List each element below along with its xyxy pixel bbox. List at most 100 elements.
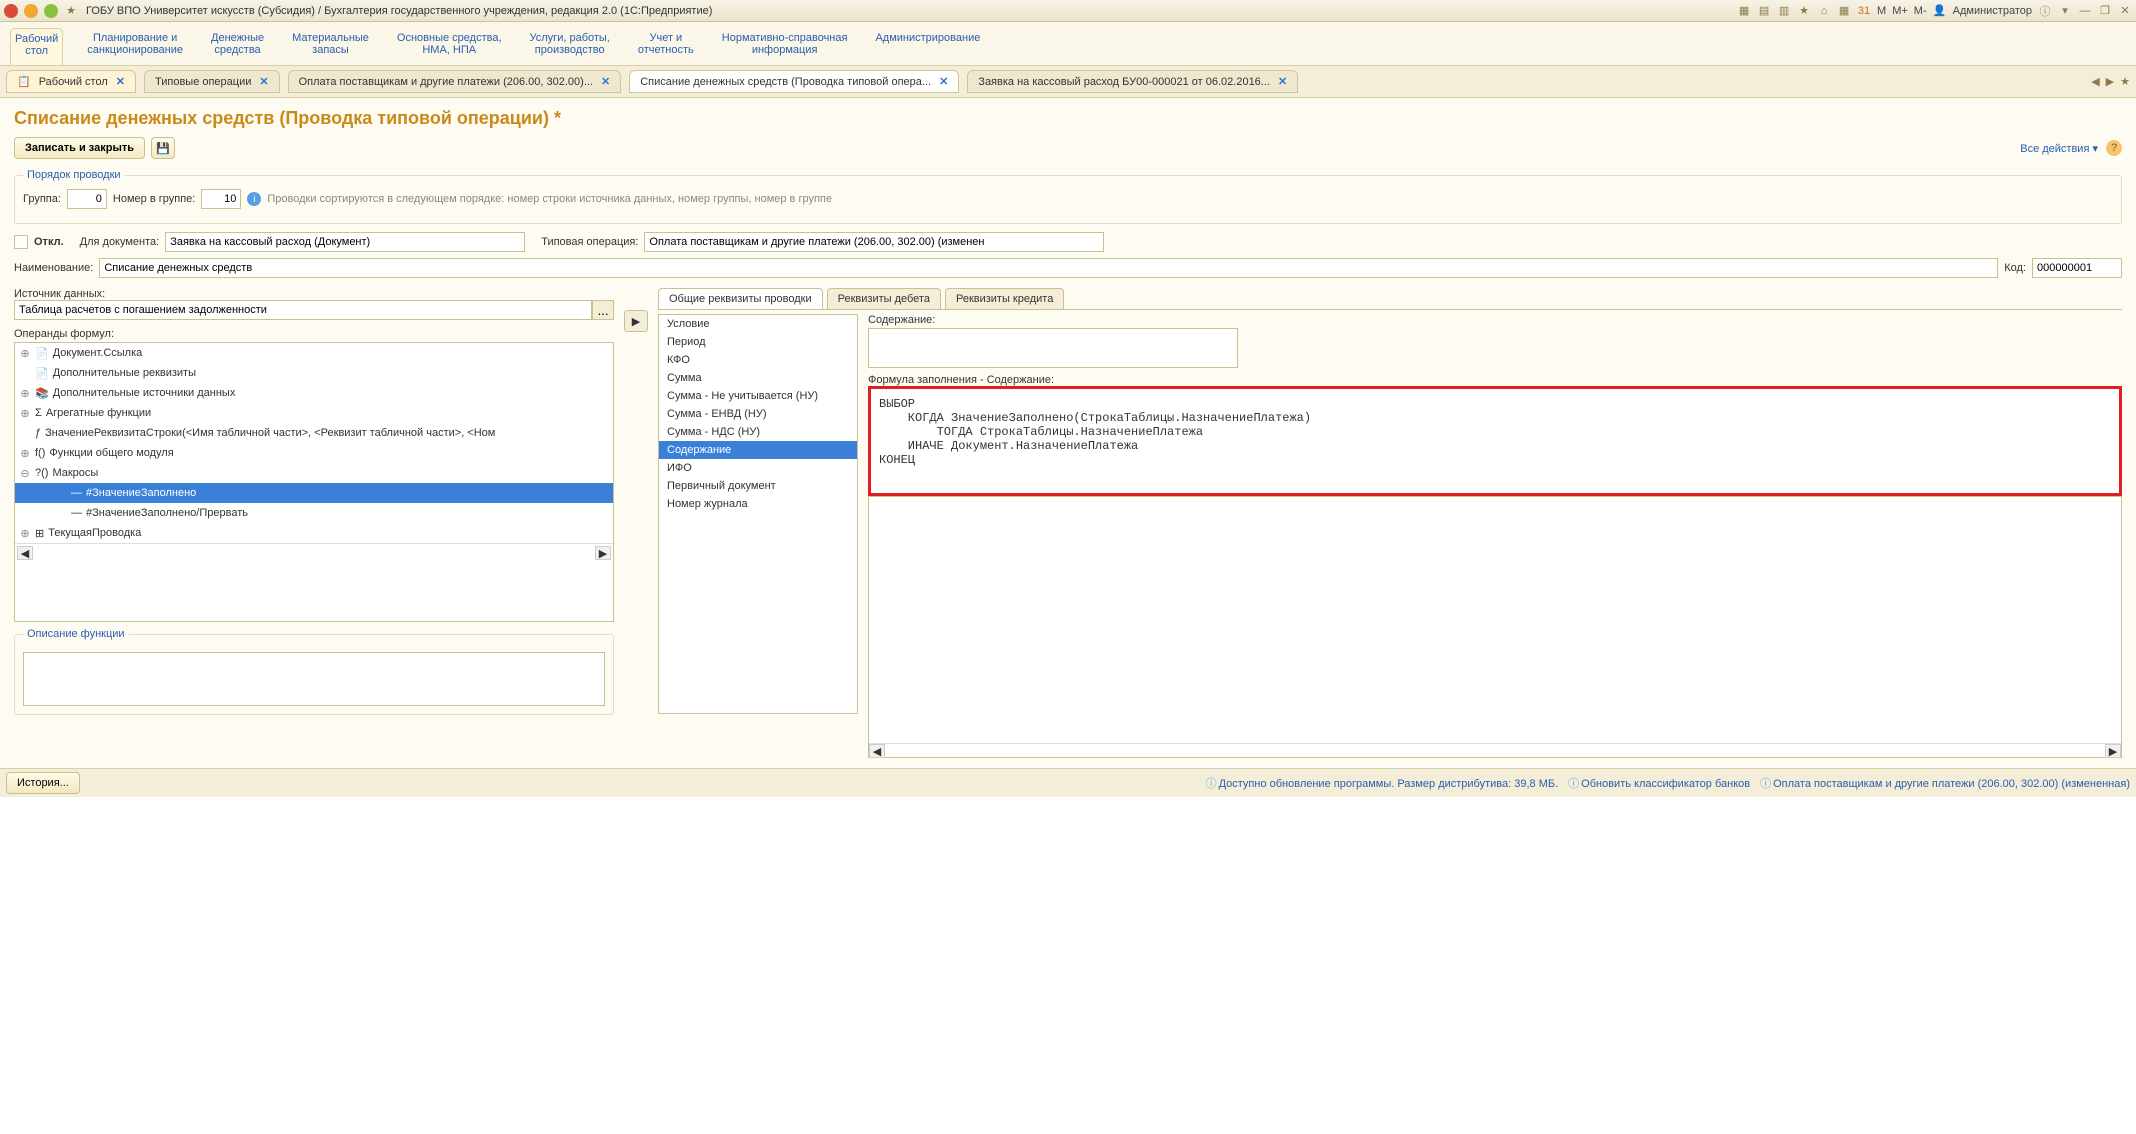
expand-icon[interactable]: ⊕ xyxy=(19,387,31,400)
scroll-right-icon[interactable]: ▶ xyxy=(2105,744,2121,758)
code-input[interactable] xyxy=(2032,258,2122,278)
dropdown-icon[interactable]: ▾ xyxy=(2058,4,2072,18)
datasource-input[interactable] xyxy=(14,300,592,320)
requisite-item[interactable]: Номер журнала xyxy=(659,495,857,513)
section-accounting[interactable]: Учет и отчетность xyxy=(634,28,698,65)
tree-row[interactable]: —#ЗначениеЗаполнено xyxy=(15,483,613,503)
subtab-debit[interactable]: Реквизиты дебета xyxy=(827,288,941,309)
subtab-common[interactable]: Общие реквизиты проводки xyxy=(658,288,823,309)
operands-tree[interactable]: ⊕📄Документ.Ссылка📄Дополнительные реквизи… xyxy=(14,342,614,622)
insert-arrow-button[interactable]: ▶ xyxy=(624,310,648,332)
subtab-credit[interactable]: Реквизиты кредита xyxy=(945,288,1064,309)
tab-close-icon[interactable]: ✕ xyxy=(1278,75,1287,88)
tree-row[interactable]: 📄Дополнительные реквизиты xyxy=(15,363,613,383)
min-icon[interactable]: — xyxy=(2078,4,2092,18)
requisite-item[interactable]: КФО xyxy=(659,351,857,369)
scroll-left-icon[interactable]: ◀ xyxy=(17,546,33,560)
tool-icon-3[interactable]: ▥ xyxy=(1777,4,1791,18)
tool-icon-1[interactable]: ▦ xyxy=(1737,4,1751,18)
formula-extra-area[interactable]: ◀ ▶ xyxy=(868,496,2122,758)
doc-input[interactable] xyxy=(165,232,525,252)
tab-close-icon[interactable]: ✕ xyxy=(939,75,948,88)
expand-icon[interactable]: ⊕ xyxy=(19,347,31,360)
section-assets[interactable]: Основные средства, НМА, НПА xyxy=(393,28,506,65)
requisite-list[interactable]: УсловиеПериодКФОСуммаСумма - Не учитывае… xyxy=(658,314,858,714)
requisite-item[interactable]: ИФО xyxy=(659,459,857,477)
section-cash[interactable]: Денежные средства xyxy=(207,28,268,65)
all-actions-link[interactable]: Все действия ▾ xyxy=(2020,142,2098,155)
requisite-item[interactable]: Период xyxy=(659,333,857,351)
tree-row[interactable]: ⊕⊞ТекущаяПроводка xyxy=(15,523,613,543)
expand-icon[interactable]: ⊕ xyxy=(19,447,31,460)
maximize-window-icon[interactable] xyxy=(44,4,58,18)
requisite-item[interactable]: Содержание xyxy=(659,441,857,459)
tree-row[interactable]: ƒЗначениеРеквизитаСтроки(<Имя табличной … xyxy=(15,423,613,443)
requisite-item[interactable]: Сумма - ЕНВД (НУ) xyxy=(659,405,857,423)
group-input[interactable] xyxy=(67,189,107,209)
num-input[interactable] xyxy=(201,189,241,209)
expand-icon[interactable]: ⊖ xyxy=(19,467,31,480)
formula-editor[interactable]: ВЫБОР КОГДА ЗначениеЗаполнено(СтрокаТабл… xyxy=(868,386,2122,496)
favorites-icon[interactable]: ★ xyxy=(1797,4,1811,18)
status-payments[interactable]: ⓘОплата поставщикам и другие платежи (20… xyxy=(1760,775,2130,791)
section-services[interactable]: Услуги, работы, производство xyxy=(526,28,614,65)
content-input[interactable] xyxy=(868,328,1238,368)
section-planning[interactable]: Планирование и санкционирование xyxy=(83,28,187,65)
datasource-choose-button[interactable]: ... xyxy=(592,300,614,320)
tool-icon-2[interactable]: ▤ xyxy=(1757,4,1771,18)
scroll-right-icon[interactable]: ▶ xyxy=(595,546,611,560)
about-icon[interactable]: ⓘ xyxy=(2038,4,2052,18)
status-banks[interactable]: ⓘОбновить классификатор банков xyxy=(1568,775,1750,791)
expand-icon[interactable]: ⊕ xyxy=(19,407,31,420)
close-icon[interactable]: ✕ xyxy=(2118,4,2132,18)
typ-input[interactable] xyxy=(644,232,1104,252)
requisite-item[interactable]: Сумма - Не учитывается (НУ) xyxy=(659,387,857,405)
tab-cashrequest[interactable]: Заявка на кассовый расход БУ00-000021 от… xyxy=(967,70,1298,93)
status-update[interactable]: ⓘДоступно обновление программы. Размер д… xyxy=(1206,775,1559,791)
section-desktop[interactable]: Рабочий стол xyxy=(10,28,63,65)
memory-mminus[interactable]: M- xyxy=(1914,5,1927,17)
tab-writeoff[interactable]: Списание денежных средств (Проводка типо… xyxy=(629,70,959,93)
tree-row[interactable]: ⊕f()Функции общего модуля xyxy=(15,443,613,463)
save-icon[interactable]: 💾 xyxy=(151,137,175,159)
calculator-icon[interactable]: ▦ xyxy=(1837,4,1851,18)
off-checkbox[interactable] xyxy=(14,235,28,249)
section-materials[interactable]: Материальные запасы xyxy=(288,28,373,65)
tree-row[interactable]: ⊕📚Дополнительные источники данных xyxy=(15,383,613,403)
memory-m[interactable]: M xyxy=(1877,5,1886,17)
save-close-button[interactable]: Записать и закрыть xyxy=(14,137,145,159)
tree-row[interactable]: ⊕📄Документ.Ссылка xyxy=(15,343,613,363)
tree-row[interactable]: ⊕ΣАгрегатные функции xyxy=(15,403,613,423)
section-admin[interactable]: Администрирование xyxy=(871,28,984,65)
history-button[interactable]: История... xyxy=(6,772,80,794)
expand-icon[interactable]: ⊕ xyxy=(19,527,31,540)
name-input[interactable] xyxy=(99,258,1998,278)
tab-close-icon[interactable]: ✕ xyxy=(601,75,610,88)
tab-close-icon[interactable]: ✕ xyxy=(259,75,268,88)
tree-item-label: #ЗначениеЗаполнено/Прервать xyxy=(86,507,248,519)
tab-typical-ops[interactable]: Типовые операции ✕ xyxy=(144,70,280,93)
requisite-item[interactable]: Сумма - НДС (НУ) xyxy=(659,423,857,441)
requisite-item[interactable]: Первичный документ xyxy=(659,477,857,495)
minimize-window-icon[interactable] xyxy=(24,4,38,18)
requisite-item[interactable]: Сумма xyxy=(659,369,857,387)
tab-payments[interactable]: Оплата поставщикам и другие платежи (206… xyxy=(288,70,622,93)
tree-row[interactable]: ⊖?()Макросы xyxy=(15,463,613,483)
tab-desktop[interactable]: 📋 Рабочий стол ✕ xyxy=(6,70,136,93)
memory-mplus[interactable]: M+ xyxy=(1892,5,1908,17)
tree-row[interactable]: —#ЗначениеЗаполнено/Прервать xyxy=(15,503,613,523)
nav-right-icon[interactable]: ▶ xyxy=(2106,75,2114,88)
home-icon[interactable]: ⌂ xyxy=(1817,4,1831,18)
tab-close-icon[interactable]: ✕ xyxy=(116,75,125,88)
user-label[interactable]: Администратор xyxy=(1953,5,2032,17)
requisite-item[interactable]: Условие xyxy=(659,315,857,333)
calendar-icon[interactable]: 31 xyxy=(1857,4,1871,18)
nav-left-icon[interactable]: ◀ xyxy=(2091,75,2099,88)
star-right-icon[interactable]: ★ xyxy=(2120,75,2130,88)
restore-icon[interactable]: ❐ xyxy=(2098,4,2112,18)
section-reference[interactable]: Нормативно-справочная информация xyxy=(718,28,852,65)
close-window-icon[interactable] xyxy=(4,4,18,18)
scroll-left-icon[interactable]: ◀ xyxy=(869,744,885,758)
help-icon[interactable]: ? xyxy=(2106,140,2122,156)
star-icon[interactable]: ★ xyxy=(64,4,78,18)
